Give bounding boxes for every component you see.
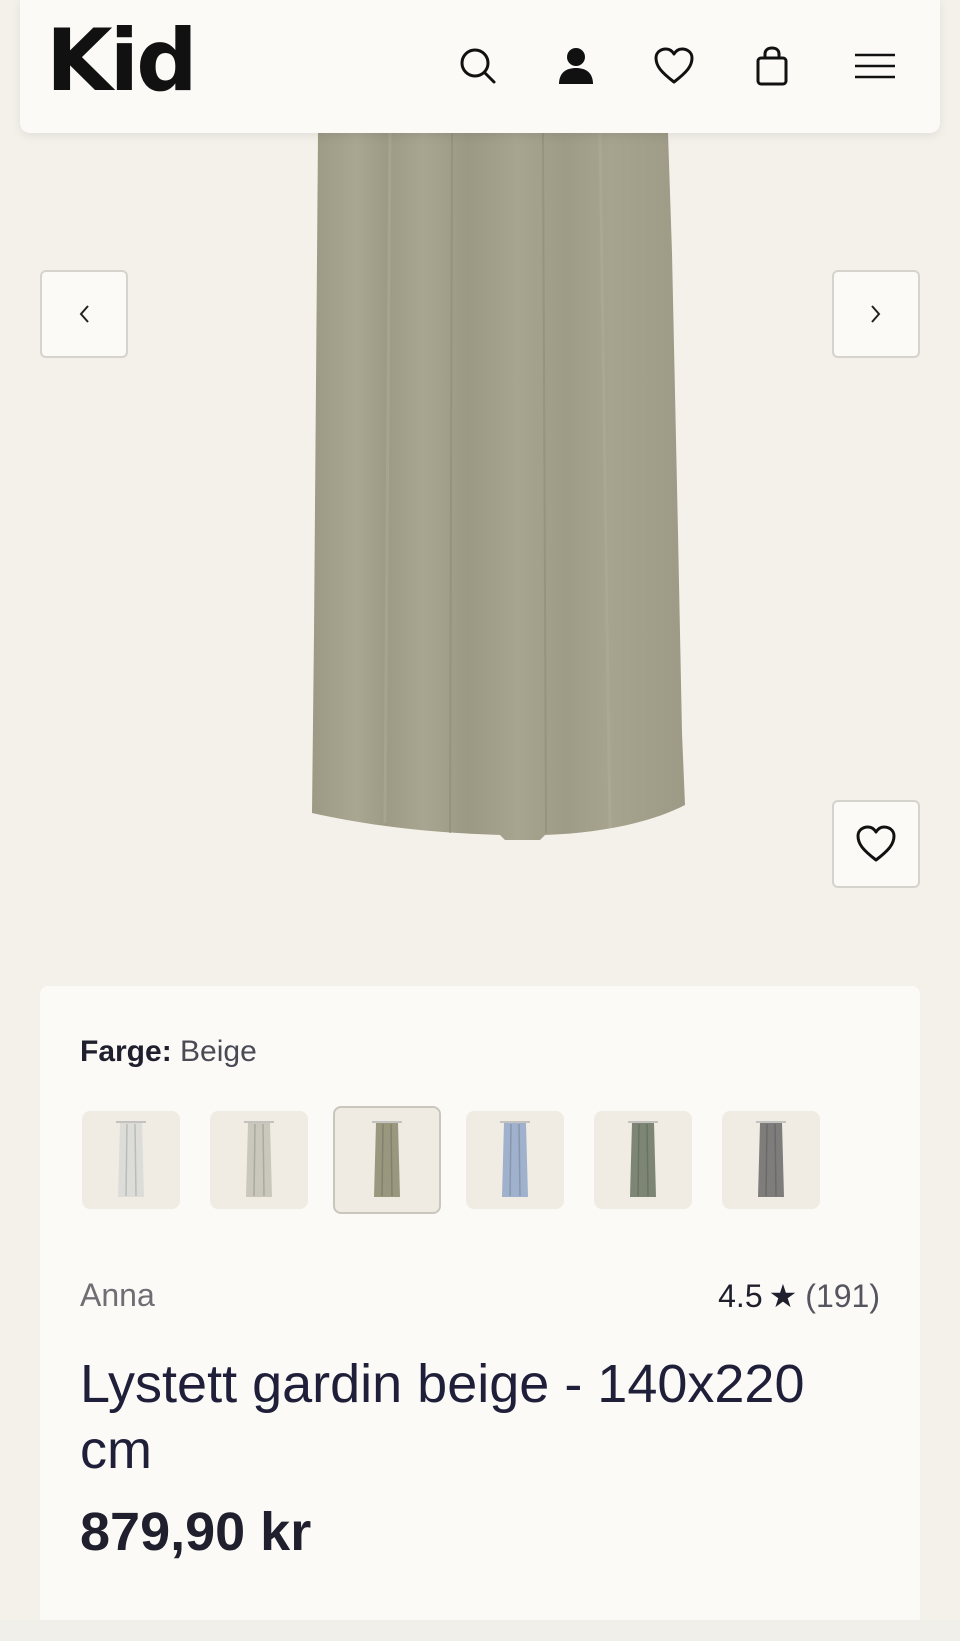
site-header: Kid xyxy=(20,0,940,133)
color-swatch[interactable] xyxy=(82,1111,180,1209)
curtain-thumbnail-icon xyxy=(500,1121,530,1197)
chevron-left-icon xyxy=(79,305,89,323)
star-icon: ★ xyxy=(768,1278,798,1314)
color-swatch[interactable] xyxy=(466,1111,564,1209)
color-label: Farge: xyxy=(80,1035,172,1068)
product-info-card: Farge: Beige Anna 4.5 ★ (191) Lystett ga… xyxy=(40,986,920,1641)
product-gallery[interactable] xyxy=(0,133,960,968)
chevron-right-icon xyxy=(871,305,881,323)
rating-value: 4.5 xyxy=(718,1277,763,1314)
curtain-thumbnail-icon xyxy=(756,1121,786,1197)
color-swatch[interactable] xyxy=(722,1111,820,1209)
product-title: Lystett gardin beige - 140x220 cm xyxy=(80,1354,805,1480)
curtain-thumbnail-icon xyxy=(244,1121,274,1197)
next-image-button[interactable] xyxy=(832,270,920,358)
logo[interactable]: Kid xyxy=(46,18,198,104)
color-selector-label: Farge: Beige xyxy=(80,1035,257,1069)
wishlist-icon[interactable] xyxy=(649,38,699,94)
color-swatches xyxy=(82,1106,850,1214)
bottom-bar xyxy=(0,1620,960,1641)
color-swatch[interactable] xyxy=(333,1106,441,1214)
add-to-wishlist-button[interactable] xyxy=(832,800,920,888)
menu-icon[interactable] xyxy=(845,38,905,94)
product-image xyxy=(312,133,685,840)
curtain-thumbnail-icon xyxy=(628,1121,658,1197)
account-icon[interactable] xyxy=(551,38,601,94)
color-swatch[interactable] xyxy=(210,1111,308,1209)
heart-icon xyxy=(856,825,896,862)
cart-icon[interactable] xyxy=(747,38,797,94)
color-value: Beige xyxy=(180,1035,257,1068)
product-price: 879,90 kr xyxy=(80,1502,312,1562)
product-rating[interactable]: 4.5 ★ (191) xyxy=(718,1277,880,1315)
product-brand[interactable]: Anna xyxy=(80,1277,155,1314)
previous-image-button[interactable] xyxy=(40,270,128,358)
curtain-thumbnail-icon xyxy=(372,1121,402,1197)
curtain-thumbnail-icon xyxy=(116,1121,146,1197)
color-swatch[interactable] xyxy=(594,1111,692,1209)
review-count: (191) xyxy=(805,1277,880,1314)
search-icon[interactable] xyxy=(453,38,503,94)
